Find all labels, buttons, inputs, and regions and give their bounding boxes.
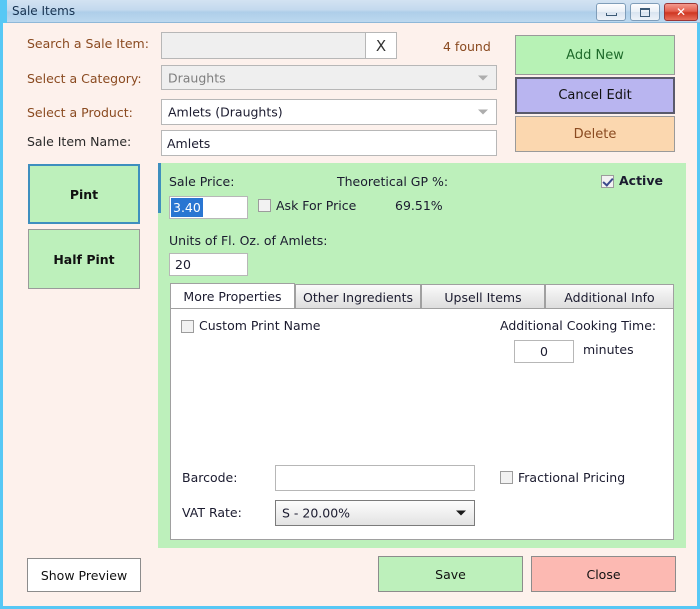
- tab-more-properties[interactable]: More Properties: [170, 283, 295, 309]
- category-value: Draughts: [168, 70, 226, 85]
- panel-selection-edge: [158, 163, 161, 213]
- product-label: Select a Product:: [27, 105, 133, 120]
- barcode-input[interactable]: [275, 465, 475, 491]
- cooking-time-input[interactable]: [514, 340, 574, 363]
- delete-button[interactable]: Delete: [515, 116, 675, 152]
- title-bar-left-edge: [3, 0, 7, 23]
- theoretical-gp-value: 69.51%: [395, 198, 443, 213]
- theoretical-gp-label: Theoretical GP %:: [337, 174, 449, 189]
- search-field-group: X: [161, 32, 397, 59]
- product-dropdown[interactable]: Amlets (Draughts): [161, 99, 497, 125]
- fractional-pricing-checkbox[interactable]: [500, 471, 513, 484]
- custom-print-name-label: Custom Print Name: [199, 318, 321, 333]
- vat-rate-value: S - 20.00%: [282, 505, 351, 521]
- search-label: Search a Sale Item:: [27, 36, 149, 51]
- title-bar: Sale Items ✕: [3, 0, 700, 23]
- category-label: Select a Category:: [27, 71, 142, 86]
- add-new-button[interactable]: Add New: [515, 35, 675, 75]
- window-title: Sale Items: [12, 4, 76, 18]
- tab-other-ingredients[interactable]: Other Ingredients: [295, 284, 421, 309]
- sale-item-name-input[interactable]: [161, 130, 497, 156]
- cancel-edit-button[interactable]: Cancel Edit: [515, 77, 675, 114]
- close-window-button[interactable]: ✕: [664, 3, 698, 21]
- sale-item-name-label: Sale Item Name:: [27, 134, 132, 149]
- maximize-button[interactable]: [630, 3, 660, 21]
- show-preview-button[interactable]: Show Preview: [27, 558, 141, 592]
- minimize-icon: [597, 4, 625, 20]
- size-button-pint[interactable]: Pint: [28, 164, 140, 224]
- chevron-down-icon: [478, 109, 488, 115]
- barcode-label: Barcode:: [182, 470, 238, 485]
- sale-price-selected-text: 3.40: [171, 198, 203, 217]
- product-value: Amlets (Draughts): [168, 104, 283, 120]
- maximize-icon: [631, 4, 659, 20]
- active-label: Active: [619, 173, 663, 188]
- sale-items-window: Sale Items ✕ Search a Sale Item: X 4 fou…: [0, 0, 700, 609]
- units-input[interactable]: [169, 253, 248, 276]
- size-button-half-pint[interactable]: Half Pint: [28, 229, 140, 289]
- window-controls: ✕: [596, 3, 698, 21]
- cooking-time-label: Additional Cooking Time:: [500, 318, 657, 333]
- close-button[interactable]: Close: [531, 556, 676, 592]
- save-button[interactable]: Save: [378, 556, 523, 592]
- vat-rate-label: VAT Rate:: [182, 505, 242, 520]
- tab-additional-info[interactable]: Additional Info: [545, 284, 674, 309]
- chevron-down-icon: [478, 75, 488, 80]
- search-clear-button[interactable]: X: [365, 32, 397, 59]
- search-input[interactable]: [161, 32, 365, 59]
- chevron-down-icon: [456, 510, 466, 516]
- cooking-time-units-label: minutes: [583, 342, 634, 357]
- category-dropdown[interactable]: Draughts: [161, 65, 497, 90]
- active-checkbox[interactable]: [601, 175, 614, 188]
- units-label: Units of Fl. Oz. of Amlets:: [169, 233, 328, 248]
- sale-price-label: Sale Price:: [169, 174, 235, 189]
- results-count: 4 found: [443, 39, 491, 54]
- tab-upsell-items[interactable]: Upsell Items: [421, 284, 545, 309]
- tab-strip: More Properties Other Ingredients Upsell…: [170, 283, 674, 309]
- ask-for-price-label: Ask For Price: [276, 198, 357, 213]
- minimize-button[interactable]: [596, 3, 626, 21]
- ask-for-price-checkbox[interactable]: [258, 199, 271, 212]
- custom-print-name-checkbox[interactable]: [181, 320, 194, 333]
- vat-rate-dropdown[interactable]: S - 20.00%: [275, 500, 475, 526]
- fractional-pricing-label: Fractional Pricing: [518, 470, 626, 485]
- close-icon: ✕: [675, 5, 687, 19]
